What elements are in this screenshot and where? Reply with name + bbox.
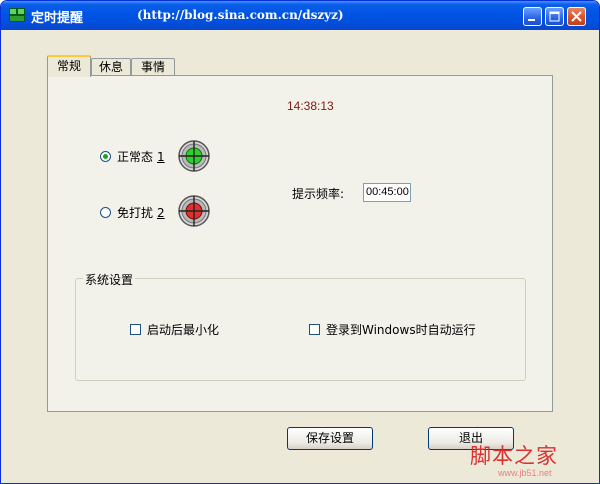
mode-dnd-label[interactable]: 免打扰 2	[117, 204, 165, 221]
close-button[interactable]	[567, 7, 586, 26]
mode-dnd-option[interactable]: 免打扰 2	[100, 204, 165, 221]
frequency-input[interactable]: 00:45:00	[363, 183, 411, 202]
autorun-option[interactable]: 登录到Windows时自动运行	[309, 321, 476, 338]
save-settings-button[interactable]: 保存设置	[287, 427, 373, 450]
watermark-logo: 脚本之家	[470, 444, 558, 468]
tab-rest[interactable]: 休息	[91, 58, 131, 76]
autorun-label[interactable]: 登录到Windows时自动运行	[326, 321, 476, 338]
title-bar[interactable]: 定时提醒 (http://blog.sina.com.cn/dszyz)	[1, 1, 599, 30]
tab-tasks[interactable]: 事情	[131, 58, 175, 76]
mode-dnd-radio[interactable]	[100, 207, 111, 218]
window-title: 定时提醒	[31, 11, 84, 26]
minimize-on-start-checkbox[interactable]	[130, 324, 141, 335]
tab-general[interactable]: 常规	[47, 55, 91, 77]
close-icon	[571, 11, 582, 22]
window-title-url: (http://blog.sina.com.cn/dszyz)	[137, 8, 344, 22]
red-target-icon[interactable]	[177, 194, 211, 228]
maximize-icon	[549, 11, 560, 22]
minimize-on-start-option[interactable]: 启动后最小化	[130, 321, 219, 338]
green-target-icon[interactable]	[177, 139, 211, 173]
current-time: 14:38:13	[287, 99, 334, 113]
frequency-label: 提示频率:	[292, 187, 345, 201]
maximize-button[interactable]	[545, 7, 564, 26]
mode-normal-label[interactable]: 正常态 1	[117, 148, 165, 165]
app-window: 定时提醒 (http://blog.sina.com.cn/dszyz) 常规 …	[0, 0, 600, 484]
watermark-url: www.jb51.net	[498, 468, 552, 478]
minimize-icon	[528, 19, 535, 21]
mode-normal-radio[interactable]	[100, 151, 111, 162]
minimize-button[interactable]	[523, 7, 542, 26]
app-icon	[9, 8, 25, 22]
autorun-checkbox[interactable]	[309, 324, 320, 335]
system-settings-legend: 系统设置	[83, 271, 136, 288]
minimize-on-start-label[interactable]: 启动后最小化	[147, 321, 219, 338]
mode-normal-option[interactable]: 正常态 1	[100, 148, 165, 165]
